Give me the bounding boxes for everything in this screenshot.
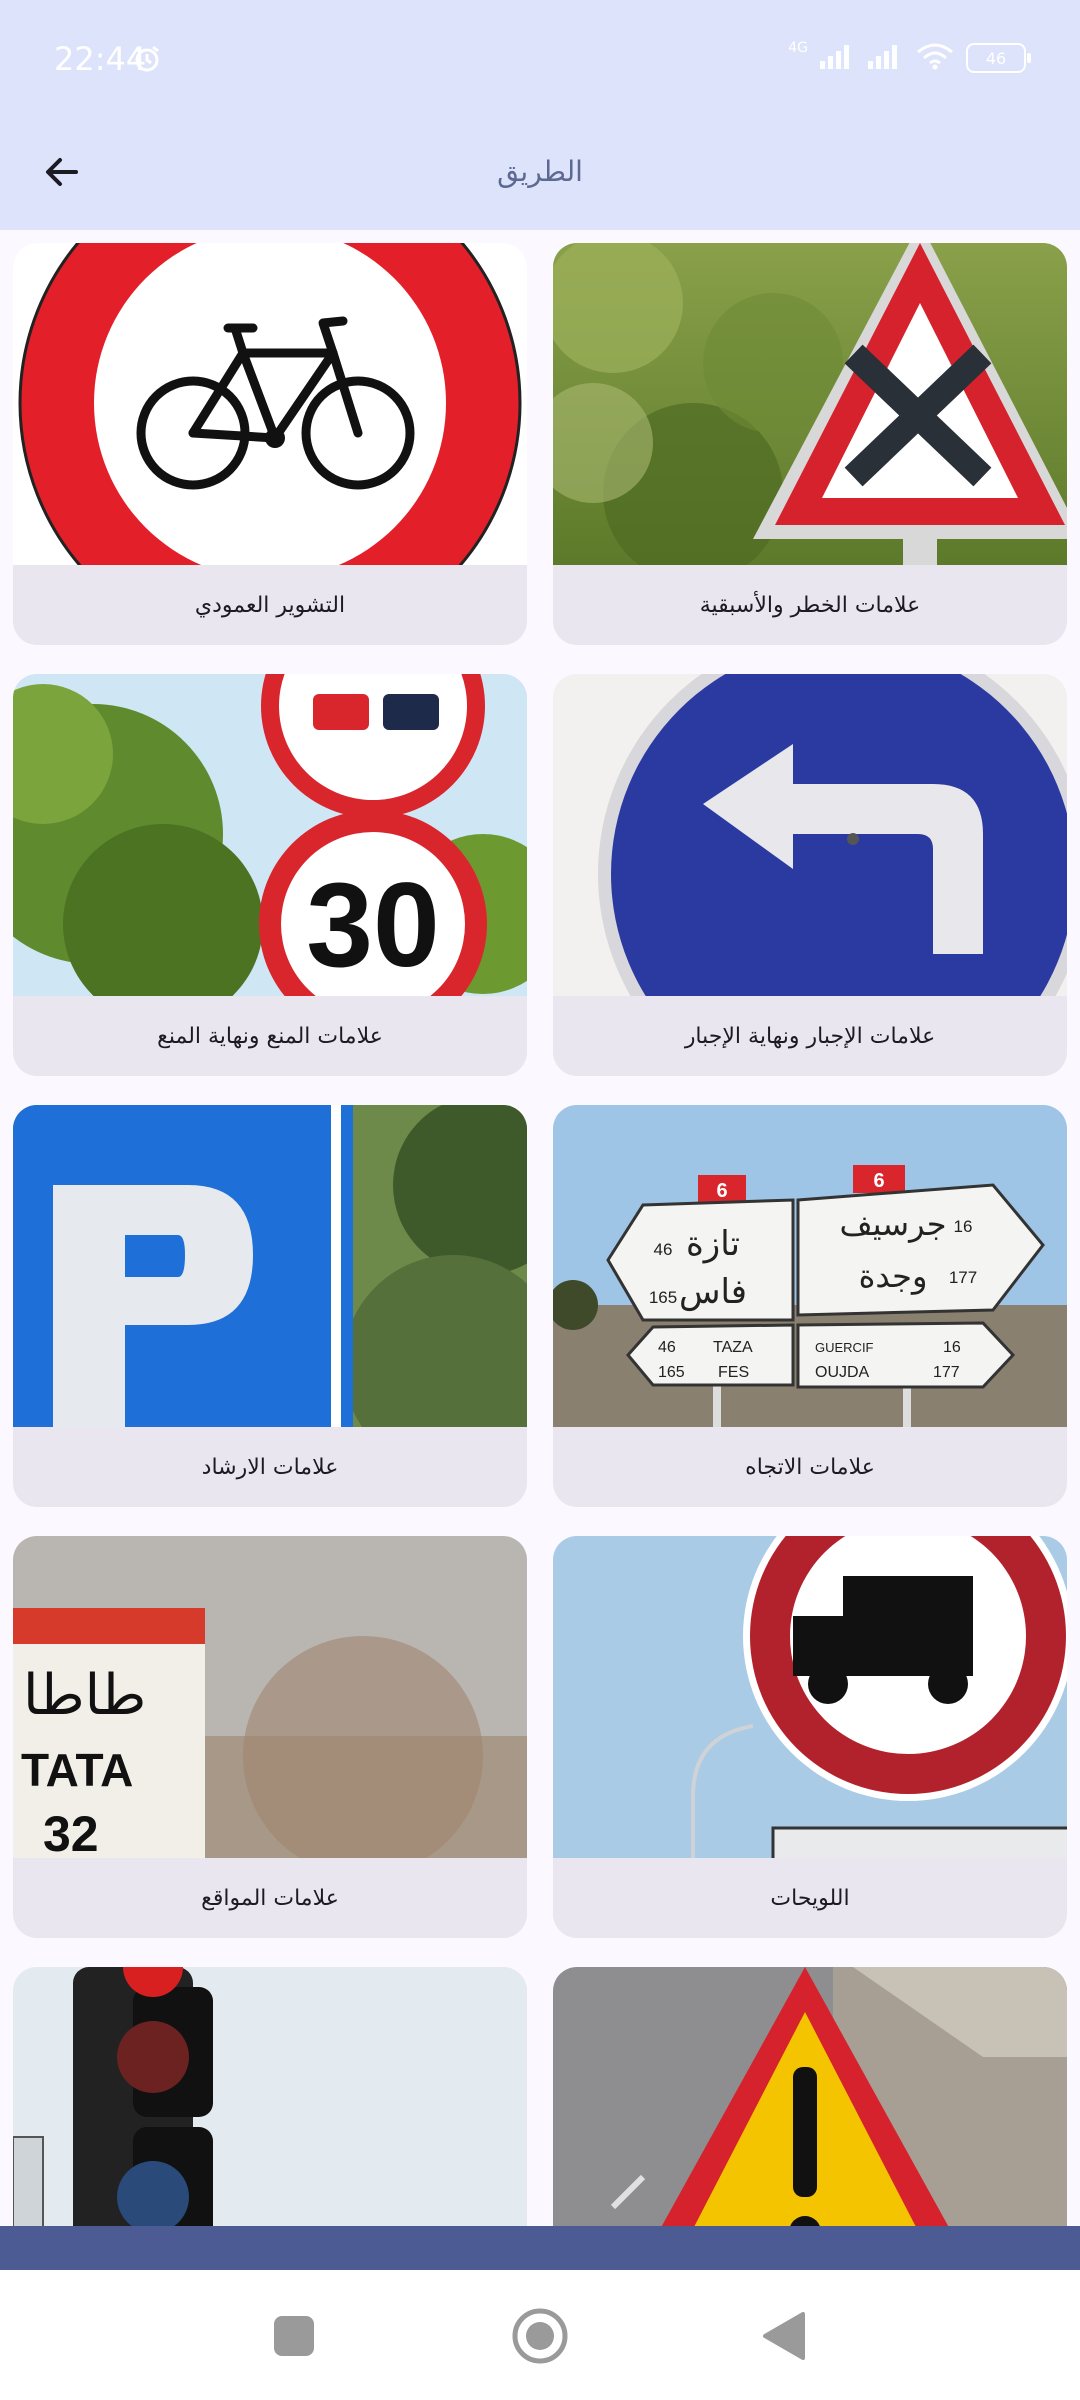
app-bar: الطريق xyxy=(0,120,1080,230)
card-direction[interactable]: 6 6 تازة فاس 46 165 جرسيف وجدة 16 177 46… xyxy=(553,1105,1067,1507)
system-nav-bar xyxy=(0,2270,1080,2400)
sign-text: TAZA xyxy=(713,1339,753,1356)
milestone-text: TATA xyxy=(21,1744,133,1796)
sign-text: GUERCIF xyxy=(815,1340,874,1355)
no-bicycles-sign-image xyxy=(13,243,527,565)
card-guidance[interactable]: علامات الارشاد xyxy=(13,1105,527,1507)
card-vertical-signage[interactable]: التشوير العمودي xyxy=(13,243,527,645)
sign-text: 16 xyxy=(954,1217,973,1236)
sign-text: فاس xyxy=(679,1272,747,1312)
parking-sign-image xyxy=(13,1105,527,1427)
route-number: 6 xyxy=(873,1170,884,1192)
card-label: علامات الارشاد xyxy=(201,1454,339,1480)
location-milestone-image: طاطا TATA 32 xyxy=(13,1536,527,1858)
card-label: علامات الإجبار ونهاية الإجبار xyxy=(684,1023,936,1049)
bottom-banner-bar xyxy=(0,2226,1080,2270)
page-title: الطريق xyxy=(497,155,583,188)
warning-exclamation-sign-image xyxy=(553,1967,1067,2230)
sign-text: OUJDA xyxy=(815,1364,870,1381)
sign-text: 177 xyxy=(949,1268,977,1287)
route-number: 6 xyxy=(716,1180,727,1202)
recent-apps-button[interactable] xyxy=(262,2304,326,2368)
home-button[interactable] xyxy=(508,2304,572,2368)
card-label: التشوير العمودي xyxy=(194,592,346,618)
card-label: علامات الاتجاه xyxy=(745,1454,875,1480)
sign-text: 165 xyxy=(658,1364,685,1381)
sign-text: 16 xyxy=(943,1339,961,1356)
no-trucks-sign-with-panel-image xyxy=(553,1536,1067,1858)
signal-icon xyxy=(820,43,856,73)
card-label: اللويحات xyxy=(770,1885,850,1911)
sign-text: 165 xyxy=(649,1288,677,1307)
milestone-text: 32 xyxy=(43,1806,99,1858)
network-type: 4G xyxy=(788,40,808,56)
circle-icon xyxy=(512,2308,568,2364)
alarm-icon xyxy=(132,44,162,78)
card-label: علامات المواقع xyxy=(201,1885,339,1911)
crossroads-priority-sign-image xyxy=(553,243,1067,565)
no-overtaking-and-speed-30-signs-image: 30 xyxy=(13,674,527,996)
battery-icon: 46 xyxy=(966,43,1031,73)
system-back-button[interactable] xyxy=(752,2304,816,2368)
sign-text: FES xyxy=(718,1364,749,1381)
card-panels[interactable]: اللويحات xyxy=(553,1536,1067,1938)
card-mandatory[interactable]: علامات الإجبار ونهاية الإجبار xyxy=(553,674,1067,1076)
card-danger-priority[interactable]: علامات الخطر والأسبقية xyxy=(553,243,1067,645)
status-bar: 22:44 4G 46 xyxy=(0,0,1080,120)
triangle-back-icon xyxy=(763,2312,805,2360)
sign-text: جرسيف xyxy=(839,1205,946,1243)
card-traffic-lights[interactable] xyxy=(13,1967,527,2230)
category-grid: التشوير العمودي علامات الخطر والأسبقية 3… xyxy=(0,230,1080,2230)
sign-text: 177 xyxy=(933,1364,960,1381)
battery-level: 46 xyxy=(985,48,1007,68)
mandatory-turn-left-sign-image xyxy=(553,674,1067,996)
card-label: علامات المنع ونهاية المنع xyxy=(157,1023,383,1049)
card-prohibition[interactable]: 30 علامات المنع ونهاية المنع xyxy=(13,674,527,1076)
card-temporary-signs[interactable] xyxy=(553,1967,1067,2230)
sign-text: 46 xyxy=(654,1240,673,1259)
status-indicators: 4G 46 xyxy=(788,40,1031,74)
card-label: علامات الخطر والأسبقية xyxy=(699,592,921,618)
direction-signposts-image: 6 6 تازة فاس 46 165 جرسيف وجدة 16 177 46… xyxy=(553,1105,1067,1427)
milestone-text: طاطا xyxy=(23,1663,146,1728)
speed-limit-text: 30 xyxy=(306,858,439,992)
traffic-light-image xyxy=(13,1967,527,2230)
sign-text: وجدة xyxy=(859,1257,928,1295)
square-icon xyxy=(274,2316,314,2356)
sign-text: تازة xyxy=(686,1224,740,1264)
sign-text: 46 xyxy=(658,1339,676,1356)
card-locations[interactable]: طاطا TATA 32 علامات المواقع xyxy=(13,1536,527,1938)
signal-icon-2 xyxy=(868,43,904,73)
wifi-icon xyxy=(916,42,954,74)
